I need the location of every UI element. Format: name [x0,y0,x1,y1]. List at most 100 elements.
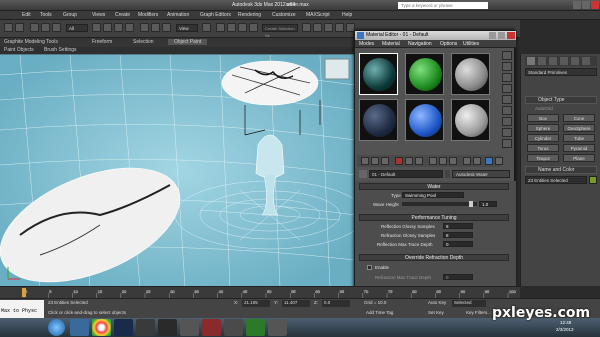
perspective-viewport[interactable] [0,54,355,286]
go-to-parent-icon[interactable] [463,157,471,165]
snap-toggle-icon[interactable] [216,23,225,32]
z-coordinate-input[interactable]: 0.0 [322,300,350,307]
menu-create[interactable]: Create [115,12,130,18]
refraction-depth-input[interactable]: 0 [443,274,473,280]
maxscript-listener[interactable]: Max to Physc [0,300,44,318]
menu-modifiers[interactable]: Modifiers [138,12,158,18]
paint-objects-panel[interactable]: Paint Objects [4,47,34,53]
move-icon[interactable] [140,23,149,32]
utilities-tab-icon[interactable] [582,57,590,65]
menu-rendering[interactable]: Rendering [238,12,261,18]
scale-icon[interactable] [162,23,171,32]
make-unique-icon[interactable] [405,157,413,165]
tab-object-paint[interactable]: Object Paint [168,39,208,45]
video-color-check-icon[interactable] [502,95,512,104]
material-type-button[interactable]: Autodesk Water [452,170,510,178]
me-menu-material[interactable]: Material [382,41,400,47]
me-minimize-button[interactable] [489,32,496,39]
assign-to-selection-icon[interactable] [381,157,389,165]
put-to-library-icon[interactable] [415,157,423,165]
x-coordinate-input[interactable]: 21.105 [242,300,270,307]
override-refraction-header[interactable]: Override Refraction Depth [359,254,509,261]
menu-graph-editors[interactable]: Graph Editors [200,12,231,18]
tab-freeform[interactable]: Freeform [92,39,112,45]
timeline[interactable]: 0 5 10 15 20 25 30 35 40 45 50 55 60 65 70 75 80 85 90 95 10… [0,286,520,298]
cylinder-button[interactable]: Cylinder [527,134,559,142]
set-key-button[interactable]: Set Key [428,310,444,315]
material-slot-2[interactable] [405,53,444,95]
tab-selection[interactable]: Selection [133,39,154,45]
refraction-glossy-input[interactable]: 8 [443,232,473,238]
mirror-icon[interactable] [302,23,311,32]
selection-filter[interactable]: All [66,24,88,32]
rectangular-selection-icon[interactable] [114,23,123,32]
go-forward-sibling-icon[interactable] [473,157,481,165]
me-menu-utilities[interactable]: Utilities [463,41,479,47]
modify-tab-icon[interactable] [538,57,546,65]
app2-taskbar-icon[interactable] [180,319,199,336]
add-time-tag[interactable]: Add Time Tag [366,310,393,315]
torus-button[interactable]: Torus [527,144,559,152]
close-button[interactable] [591,1,599,9]
menu-help[interactable]: Help [342,12,352,18]
show-end-result-icon[interactable] [449,157,457,165]
options-icon[interactable] [502,117,512,126]
geosphere-button[interactable]: GeoSphere [563,124,595,132]
primitive-type-dropdown[interactable]: Standard Primitives [525,68,597,76]
reference-coordinate-dropdown[interactable]: View [176,24,198,32]
link-icon[interactable] [30,23,39,32]
app3-taskbar-icon[interactable] [202,319,221,336]
wave-height-slider[interactable] [402,202,477,206]
bind-spacewarp-icon[interactable] [52,23,61,32]
tube-button[interactable]: Tube [563,134,595,142]
me-close-button[interactable] [507,32,515,39]
app6-taskbar-icon[interactable] [268,319,287,336]
start-button-icon[interactable] [48,319,65,336]
cone-button[interactable]: Cone [563,114,595,122]
material-name-input[interactable]: 01 - Default [369,170,443,178]
name-and-color-rollout[interactable]: Name and Color [525,166,597,174]
angle-snap-icon[interactable] [227,23,236,32]
menu-group[interactable]: Group [63,12,77,18]
pick-material-icon[interactable] [359,170,367,178]
sample-uv-tiling-icon[interactable] [502,84,512,93]
menu-views[interactable]: Views [92,12,105,18]
align-icon[interactable] [313,23,322,32]
enable-checkbox[interactable] [367,265,372,270]
time-slider-thumb[interactable] [22,288,26,297]
material-slot-3[interactable] [451,53,490,95]
selection-set-input[interactable]: Create Selection Se [262,24,298,38]
window-crossing-icon[interactable] [125,23,134,32]
performance-tuning-header[interactable]: Performance Tuning [359,214,509,221]
make-preview-icon[interactable] [502,106,512,115]
chrome-taskbar-icon[interactable] [92,319,111,336]
spinner-snap-icon[interactable] [249,23,258,32]
undo-icon[interactable] [4,23,13,32]
object-name-input[interactable]: 23 Entities Selected [525,176,587,184]
brush-settings-panel[interactable]: Brush Settings [44,47,77,53]
menu-customize[interactable]: Customize [272,12,296,18]
water-type-select[interactable]: Swimming Pool [402,192,464,198]
material-slot-5[interactable] [405,99,444,141]
show-map-icon[interactable] [439,157,447,165]
select-by-material-icon[interactable] [502,128,512,137]
percent-snap-icon[interactable] [238,23,247,32]
backlight-icon[interactable] [502,62,512,71]
pyramid-button[interactable]: Pyramid [563,144,595,152]
me-menu-modes[interactable]: Modes [359,41,374,47]
material-name-dropdown-icon[interactable] [445,170,450,178]
photoshop-taskbar-icon[interactable] [114,319,133,336]
explorer-taskbar-icon[interactable] [70,319,89,336]
display-tab-icon[interactable] [571,57,579,65]
material-slot-1[interactable] [359,53,398,95]
menu-edit[interactable]: Edit [22,12,31,18]
menu-animation[interactable]: Animation [167,12,189,18]
key-mode-dropdown[interactable]: Selected [452,300,486,307]
me-menu-options[interactable]: Options [440,41,457,47]
create-tab-icon[interactable] [527,57,535,65]
hierarchy-tab-icon[interactable] [549,57,557,65]
layer-manager-icon[interactable] [324,23,333,32]
app4-taskbar-icon[interactable] [224,319,243,336]
get-material-icon[interactable] [361,157,369,165]
maximize-button[interactable] [582,1,590,9]
